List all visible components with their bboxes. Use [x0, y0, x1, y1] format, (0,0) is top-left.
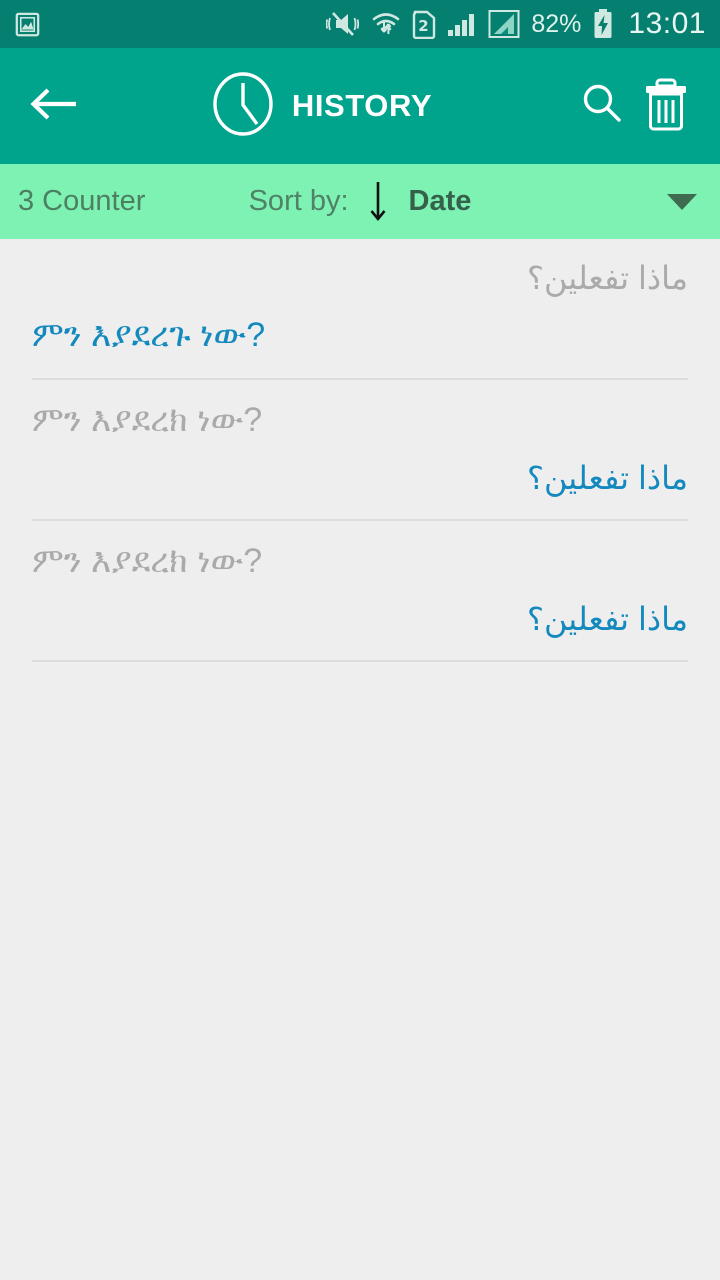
history-list-item[interactable]: ماذا تفعلين؟ ምን እያደረጉ ነው?	[0, 239, 720, 381]
vibrate-mute-icon	[326, 10, 360, 38]
history-source-text: ምን እያደረክ ነው?	[32, 401, 263, 440]
status-bar-notifications	[14, 11, 41, 38]
sort-dropdown-button[interactable]	[662, 182, 702, 222]
history-screen: 2 82% 13:01 HISTORY 3 Counter Sort by: D…	[0, 0, 720, 1280]
back-arrow-icon	[28, 85, 80, 128]
signal-bars-icon	[447, 10, 477, 38]
history-target-text: ماذا تفعلين؟	[526, 459, 688, 496]
sort-bar: 3 Counter Sort by: Date	[0, 164, 720, 239]
sim2-icon: 2	[412, 9, 436, 39]
page-title: HISTORY	[291, 88, 433, 123]
history-list-item[interactable]: ምን እያደረክ ነው? ماذا تفعلين؟	[0, 521, 720, 663]
signal-bars-secondary-icon	[488, 9, 520, 39]
sort-value-label: Date	[408, 185, 472, 217]
arrow-down-icon[interactable]	[365, 178, 391, 226]
wifi-icon	[371, 10, 401, 38]
chevron-down-icon	[667, 193, 697, 210]
history-list-item[interactable]: ምን እያደረክ ነው? ماذا تفعلين؟	[0, 380, 720, 522]
trash-icon	[643, 76, 689, 137]
counter-label: 3 Counter	[18, 185, 146, 217]
search-icon	[578, 80, 626, 133]
history-list[interactable]: ماذا تفعلين؟ ምን እያደረጉ ነው? ምን እያደረክ ነው? م…	[0, 239, 720, 1280]
battery-charging-icon	[592, 8, 614, 40]
status-bar: 2 82% 13:01	[0, 0, 720, 48]
history-source-text: ምን እያደረክ ነው?	[32, 542, 263, 581]
status-bar-clock: 13:01	[628, 7, 706, 40]
history-source-text: ماذا تفعلين؟	[526, 260, 688, 296]
app-bar-title-group: HISTORY	[74, 71, 570, 142]
delete-history-button[interactable]	[634, 74, 698, 138]
svg-text:2: 2	[419, 17, 429, 35]
sort-by-label: Sort by:	[248, 185, 349, 217]
history-target-text: ምን እያደረጉ ነው?	[32, 316, 266, 355]
app-bar: HISTORY	[0, 48, 720, 164]
status-bar-icons: 2 82% 13:01	[326, 8, 706, 40]
history-target-text: ماذا تفعلين؟	[526, 601, 688, 638]
image-notification-icon	[14, 11, 41, 38]
clock-icon	[212, 71, 274, 142]
search-button[interactable]	[570, 74, 634, 138]
battery-percent-label: 82%	[531, 9, 582, 38]
